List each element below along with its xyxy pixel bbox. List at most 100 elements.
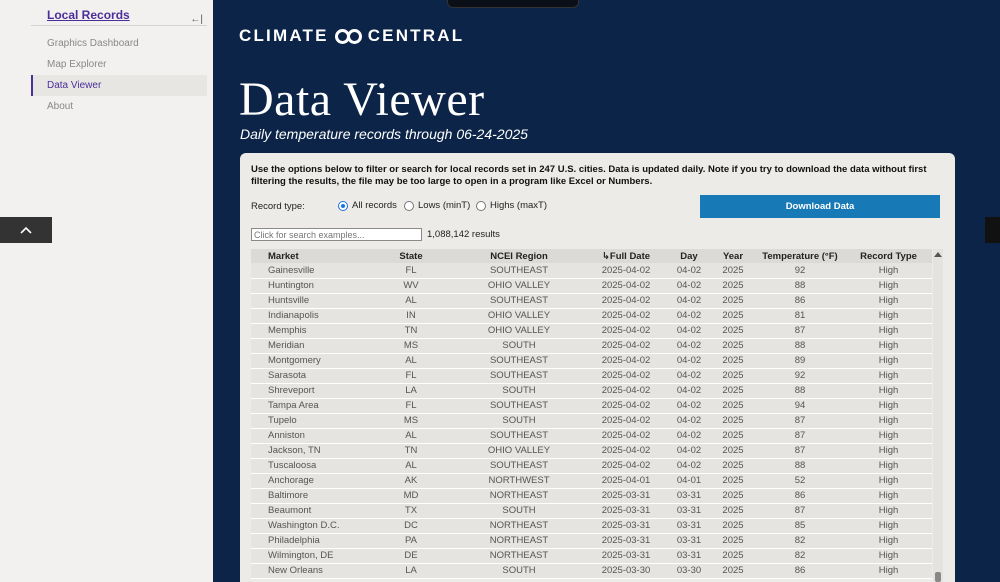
cell-market: Philadelphia — [251, 533, 369, 549]
sidebar-item-graphics-dashboard[interactable]: Graphics Dashboard — [31, 33, 207, 54]
cell-market: Meridian — [251, 338, 369, 354]
cell-record-type: High — [845, 413, 932, 429]
table-row[interactable]: Shreveport LA SOUTH 2025-04-02 04-02 2025 88 Hi… — [251, 383, 932, 399]
column-header-day[interactable]: Day — [667, 249, 711, 263]
cell-full-date: 2025-04-02 — [585, 443, 667, 459]
cell-full-date: 2025-04-02 — [585, 293, 667, 309]
sort-icon: ↳ — [601, 250, 610, 262]
collapse-left-icon[interactable]: ←| — [190, 14, 203, 25]
side-edge-tab[interactable] — [985, 217, 1000, 243]
cell-market: Beaumont — [251, 503, 369, 519]
cell-year: 2025 — [711, 473, 755, 489]
cell-region: OHIO VALLEY — [453, 443, 585, 459]
radio-lows[interactable]: Lows (minT) — [404, 200, 470, 211]
cell-market: Huntington — [251, 278, 369, 294]
sidebar-item-map-explorer[interactable]: Map Explorer — [31, 54, 207, 75]
cell-market: Shreveport — [251, 383, 369, 399]
column-header-market[interactable]: Market — [251, 249, 369, 263]
scroll-up-arrow-icon[interactable] — [934, 252, 942, 257]
table-row[interactable]: Gainesville FL SOUTHEAST 2025-04-02 04-02 202… — [251, 263, 932, 279]
radio-highs[interactable]: Highs (maxT) — [476, 200, 547, 211]
cell-full-date: 2025-04-02 — [585, 413, 667, 429]
cell-day: 04-02 — [667, 443, 711, 459]
cell-record-type: High — [845, 338, 932, 354]
cell-market: Wilmington, DE — [251, 548, 369, 564]
cell-region: SOUTHEAST — [453, 428, 585, 444]
table-row[interactable]: Tuscaloosa AL SOUTHEAST 2025-04-02 04-02 2025… — [251, 458, 932, 474]
cell-market: Indianapolis — [251, 308, 369, 324]
scroll-to-top-button[interactable] — [0, 217, 52, 243]
cell-day: 04-02 — [667, 383, 711, 399]
sidebar-item-about[interactable]: About — [31, 96, 207, 117]
cell-market: Montgomery — [251, 353, 369, 369]
column-header-full-date[interactable]: ↳Full Date — [585, 249, 667, 263]
cell-full-date: 2025-03-31 — [585, 533, 667, 549]
cell-full-date: 2025-04-02 — [585, 458, 667, 474]
table-row[interactable]: Montgomery AL SOUTHEAST 2025-04-02 04-02 2025… — [251, 353, 932, 369]
cell-full-date: 2025-04-02 — [585, 278, 667, 294]
cell-temperature: 86 — [755, 488, 845, 504]
table-row[interactable]: Indianapolis IN OHIO VALLEY 2025-04-02 04-02… — [251, 308, 932, 324]
cell-temperature: 88 — [755, 383, 845, 399]
cell-state: LA — [369, 383, 453, 399]
table-row[interactable]: Philadelphia PA NORTHEAST 2025-03-31 03-31 20… — [251, 533, 932, 549]
cell-year: 2025 — [711, 458, 755, 474]
cell-market: New Orleans — [251, 563, 369, 579]
table-row[interactable]: Anchorage AK NORTHWEST 2025-04-01 04-01 2025 5… — [251, 473, 932, 489]
cell-record-type: High — [845, 518, 932, 534]
cell-year: 2025 — [711, 383, 755, 399]
table-row[interactable]: Huntington WV OHIO VALLEY 2025-04-02 04-02 20… — [251, 278, 932, 294]
cell-full-date: 2025-03-31 — [585, 548, 667, 564]
table-row[interactable]: Anniston AL SOUTHEAST 2025-04-02 04-02 2025 87… — [251, 428, 932, 444]
radio-circle[interactable] — [404, 200, 414, 211]
cell-full-date: 2025-04-02 — [585, 263, 667, 279]
column-header-record-type[interactable]: Record Type — [845, 249, 932, 263]
table-row[interactable]: Tampa Area FL SOUTHEAST 2025-04-02 04-02 2025… — [251, 398, 932, 414]
column-header-temperature[interactable]: Temperature (°F) — [755, 249, 845, 263]
radio-all-records[interactable]: All records — [338, 200, 397, 211]
cell-full-date: 2025-04-02 — [585, 398, 667, 414]
radio-lows-label: Lows (minT) — [418, 200, 471, 211]
cell-temperature: 52 — [755, 473, 845, 489]
search-input[interactable] — [251, 228, 422, 241]
cell-state: TX — [369, 503, 453, 519]
radio-circle[interactable] — [338, 200, 348, 211]
table-row[interactable]: Sarasota FL SOUTHEAST 2025-04-02 04-02 2025 92… — [251, 368, 932, 384]
cell-market: Baltimore — [251, 488, 369, 504]
cell-region: NORTHEAST — [453, 548, 585, 564]
records-table: Market State NCEI Region ↳Full Date Day … — [251, 249, 932, 579]
table-row[interactable]: Wilmington, DE DE NORTHEAST 2025-03-31 03-31… — [251, 548, 932, 564]
cell-day: 04-02 — [667, 293, 711, 309]
table-scrollbar[interactable] — [933, 249, 943, 582]
climate-central-logo[interactable]: CLIMATE CENTRAL — [239, 26, 464, 46]
column-header-year[interactable]: Year — [711, 249, 755, 263]
table-row[interactable]: Tupelo MS SOUTH 2025-04-02 04-02 2025 87 High — [251, 413, 932, 429]
sidebar-header: Local Records ←| — [31, 6, 207, 26]
column-header-region[interactable]: NCEI Region — [453, 249, 585, 263]
sidebar-item-data-viewer[interactable]: Data Viewer — [31, 75, 207, 96]
table-row[interactable]: Huntsville AL SOUTHEAST 2025-04-02 04-02 2025… — [251, 293, 932, 309]
sidebar-title-link[interactable]: Local Records — [47, 8, 130, 22]
table-row[interactable]: Washington D.C. DC NORTHEAST 2025-03-31 03-3… — [251, 518, 932, 534]
table-row[interactable]: Memphis TN OHIO VALLEY 2025-04-02 04-02 2025 8… — [251, 323, 932, 339]
scrollbar-thumb[interactable] — [935, 572, 941, 582]
table-row[interactable]: Jackson, TN TN OHIO VALLEY 2025-04-02 04-02 2… — [251, 443, 932, 459]
cell-temperature: 89 — [755, 353, 845, 369]
cell-record-type: High — [845, 443, 932, 459]
table-row[interactable]: Beaumont TX SOUTH 2025-03-31 03-31 2025 87 High — [251, 503, 932, 519]
cell-market: Huntsville — [251, 293, 369, 309]
table-row[interactable]: Meridian MS SOUTH 2025-04-02 04-02 2025 88 High — [251, 338, 932, 354]
cell-day: 04-02 — [667, 308, 711, 324]
download-data-button[interactable]: Download Data — [700, 195, 940, 218]
cell-state: LA — [369, 563, 453, 579]
column-header-state[interactable]: State — [369, 249, 453, 263]
radio-circle[interactable] — [476, 200, 486, 211]
page-subtitle: Daily temperature records through 06-24-… — [240, 126, 528, 142]
table-row[interactable]: Baltimore MD NORTHEAST 2025-03-31 03-31 2025 8… — [251, 488, 932, 504]
cell-market: Sarasota — [251, 368, 369, 384]
cell-region: SOUTH — [453, 563, 585, 579]
table-row[interactable]: New Orleans LA SOUTH 2025-03-30 03-30 2025 86 H… — [251, 563, 932, 579]
cell-state: AL — [369, 293, 453, 309]
cell-region: SOUTH — [453, 338, 585, 354]
cell-record-type: High — [845, 458, 932, 474]
